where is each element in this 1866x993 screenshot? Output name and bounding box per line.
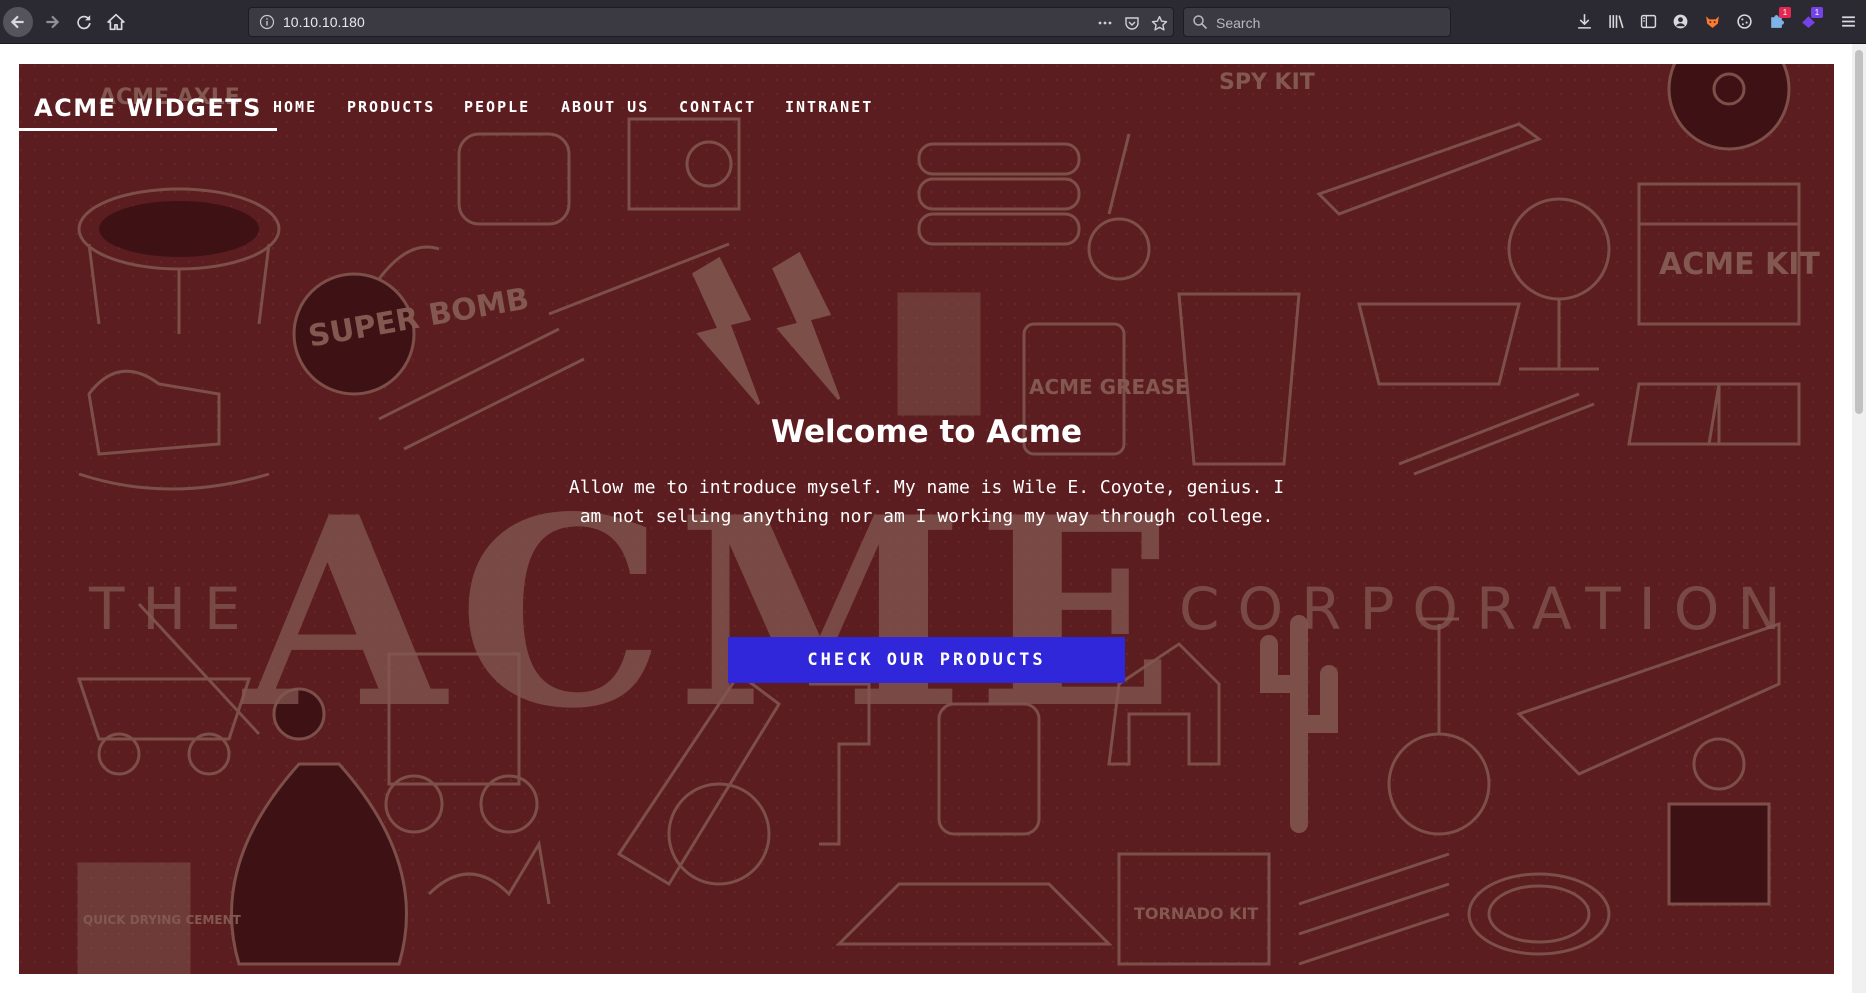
brand-logo[interactable]: ACME WIDGETS	[19, 92, 277, 131]
url-bar[interactable]: 10.10.10.180	[248, 7, 1174, 37]
extension-cookie-icon[interactable]	[1734, 11, 1754, 31]
notification-badge: 1	[1779, 7, 1791, 18]
back-button[interactable]	[3, 7, 33, 37]
extension-fox-icon[interactable]	[1702, 11, 1722, 31]
scrollbar-thumb[interactable]	[1855, 50, 1863, 414]
nav-about-us[interactable]: ABOUT US	[561, 98, 649, 116]
info-icon[interactable]	[259, 14, 275, 30]
url-text[interactable]: 10.10.10.180	[283, 14, 365, 30]
more-icon[interactable]	[1095, 13, 1115, 33]
page-scrollbar[interactable]	[1852, 44, 1866, 993]
nav-contact[interactable]: CONTACT	[679, 98, 756, 116]
hero-title: Welcome to Acme	[770, 414, 1083, 450]
download-icon[interactable]	[1574, 11, 1594, 31]
reload-icon	[77, 15, 91, 30]
extension-puzzle-icon[interactable]: 1	[1766, 7, 1791, 31]
nav-people[interactable]: PEOPLE	[464, 98, 530, 116]
home-button[interactable]	[102, 8, 130, 36]
home-icon	[107, 13, 125, 31]
search-icon	[1192, 14, 1208, 30]
pocket-icon[interactable]	[1122, 13, 1142, 33]
search-input[interactable]	[1214, 8, 1448, 38]
page-viewport: THE ACME CORPORATION SUPER BOMB ACME KIT…	[0, 44, 1866, 993]
extension-purple-icon[interactable]: 1	[1798, 7, 1823, 31]
forward-icon	[46, 15, 60, 29]
bookmark-star-icon[interactable]	[1149, 13, 1169, 33]
hero-paragraph: Allow me to introduce myself. My name is…	[568, 477, 1285, 527]
reload-button[interactable]	[70, 8, 98, 36]
nav-home[interactable]: HOME	[273, 98, 317, 116]
search-bar[interactable]	[1183, 7, 1451, 38]
forward-button[interactable]	[38, 8, 66, 36]
nav-intranet[interactable]: INTRANET	[785, 98, 873, 116]
nav-products[interactable]: PRODUCTS	[347, 98, 435, 116]
browser-toolbar: 10.10.10.180 1 1	[0, 0, 1866, 44]
back-icon	[10, 15, 24, 29]
library-icon[interactable]	[1606, 11, 1626, 31]
check-products-button[interactable]: CHECK OUR PRODUCTS	[728, 637, 1125, 683]
sidebar-icon[interactable]	[1638, 11, 1658, 31]
menu-icon[interactable]	[1838, 11, 1858, 31]
hero-section: THE ACME CORPORATION SUPER BOMB ACME KIT…	[19, 64, 1834, 974]
extension-badge: 1	[1811, 7, 1823, 18]
account-icon[interactable]	[1670, 11, 1690, 31]
